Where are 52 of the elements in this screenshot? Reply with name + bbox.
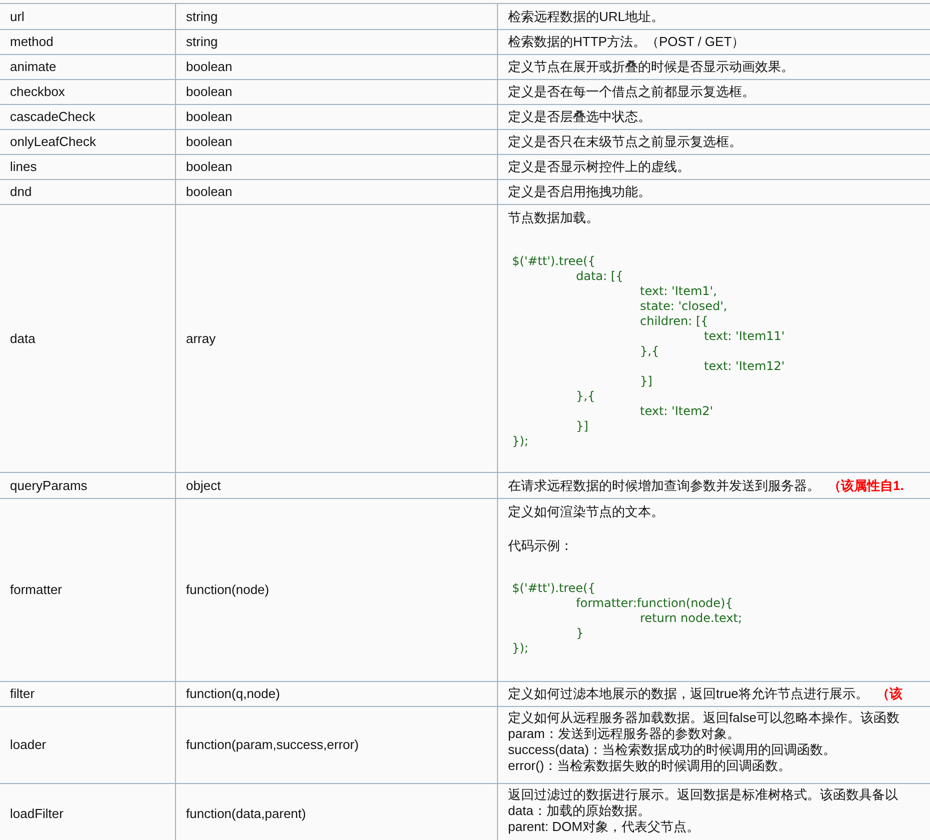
property-name: loadFilter (10, 804, 64, 823)
description-text: parent: DOM对象，代表父节点。 (508, 819, 700, 835)
description-text: 定义如何从远程服务器加载数据。返回false可以忽略本操作。该函数 (508, 710, 900, 726)
description-text: 定义是否启用拖拽功能。 (508, 184, 651, 200)
property-name: url (10, 8, 24, 26)
property-name: method (10, 33, 54, 52)
description-text: param：发送到远程服务器的参数对象。 (508, 726, 741, 742)
property-name: loader (10, 736, 46, 754)
property-name: animate (10, 58, 56, 76)
property-name: checkbox (10, 83, 65, 102)
description-text: 定义节点在展开或折叠的时候是否显示动画效果。 (508, 59, 794, 74)
property-type: boolean (186, 58, 232, 76)
code-text: $('#tt').tree({ formatter:function(node){ return node.text; } }); (511, 581, 743, 656)
description-text: success(data)：当检索数据成功的时候调用的回调函数。 (508, 742, 837, 758)
property-type: string (186, 8, 218, 26)
property-name: data (10, 330, 36, 348)
property-type: object (186, 476, 221, 495)
property-name: queryParams (10, 476, 88, 495)
property-name: dnd (10, 183, 32, 202)
description-text: 定义如何渲染节点的文本。 (508, 504, 664, 519)
version-note: （该属性自1. (828, 478, 904, 493)
description-text: 定义是否层叠选中状态。 (508, 109, 651, 124)
description-text: 定义是否在每一个借点之前都显示复选框。 (508, 84, 755, 100)
description-text: 代码示例： (508, 538, 573, 552)
property-type: boolean (186, 108, 232, 126)
code-text: $('#tt').tree({ data: [{ text: 'Item1', state: 'closed', children: [{ text: 'Item11' },{ text: 'Item12' }] },{ text: 'Item2' }] }); (511, 254, 786, 448)
property-type: string (186, 33, 218, 52)
property-name: cascadeCheck (10, 108, 96, 126)
description-text: 检索数据的HTTP方法。（POST / GET） (508, 34, 745, 50)
description-text: data：加载的原始数据。 (508, 803, 652, 819)
description-text: 节点数据加载。 (508, 210, 599, 225)
property-type: function(data,parent) (186, 804, 306, 823)
property-type: boolean (186, 133, 232, 152)
property-type: function(node) (186, 581, 270, 600)
property-type: boolean (186, 83, 232, 102)
property-type: boolean (186, 158, 232, 176)
property-type: boolean (186, 183, 232, 202)
property-type: function(param,success,error) (186, 736, 359, 754)
version-note: （该 (876, 686, 902, 702)
property-type: array (186, 330, 216, 348)
description-text: 定义是否只在末级节点之前显示复选框。 (508, 134, 742, 150)
description-text: 定义如何过滤本地展示的数据，返回true将允许节点进行展示。 (508, 686, 868, 702)
description-text: 返回过滤过的数据进行展示。返回数据是标准树格式。该函数具备以 (508, 787, 899, 803)
property-name: lines (10, 158, 37, 176)
property-type: function(q,node) (186, 685, 280, 704)
property-name: formatter (10, 581, 62, 600)
property-name: onlyLeafCheck (10, 133, 96, 152)
property-name: filter (10, 685, 35, 704)
description-text: error()：当检索数据失败的时候调用的回调函数。 (508, 758, 792, 774)
description-text: 检索远程数据的URL地址。 (508, 8, 664, 24)
description-text: 定义是否显示树控件上的虚线。 (508, 159, 690, 174)
description-text: 在请求远程数据的时候增加查询参数并发送到服务器。 (508, 478, 820, 493)
